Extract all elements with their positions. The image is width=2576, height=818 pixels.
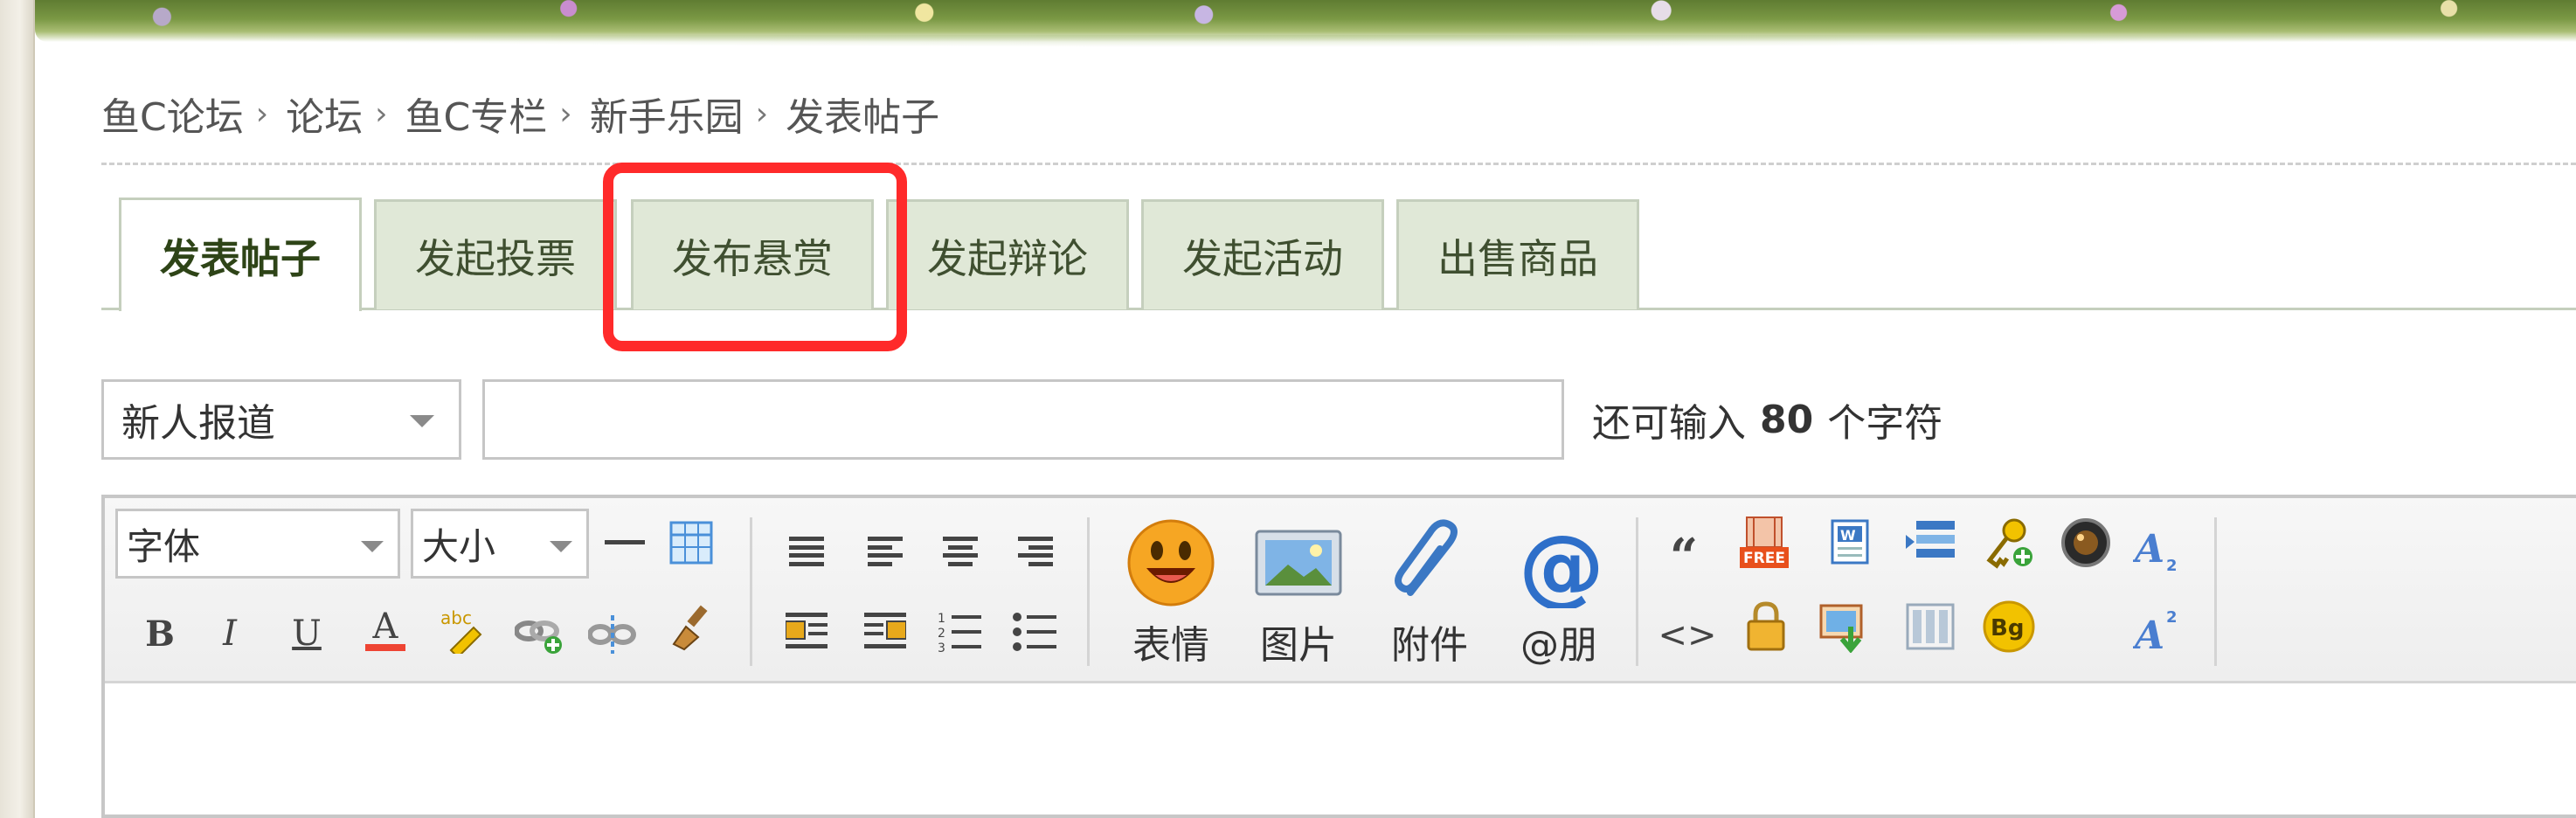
svg-text:2: 2 <box>938 627 945 641</box>
horizontal-rule-icon[interactable] <box>598 516 652 570</box>
post-editor: 字体 大小 B I U A abc 1 2 3 表情 图片 附件 @ @朋 “ … <box>101 495 2576 818</box>
highlight-annotation-box <box>603 163 907 351</box>
insert-image-label: 图片 <box>1260 623 1337 668</box>
emoticon-button[interactable]: 表情 <box>1118 517 1223 671</box>
chevron-down-icon <box>410 415 434 427</box>
toolbar-separator <box>2214 517 2217 666</box>
insert-image-button[interactable]: 图片 <box>1246 517 1351 671</box>
superscript-icon[interactable]: A2 <box>2132 603 2186 657</box>
align-left-icon[interactable] <box>858 524 912 579</box>
svg-text:A: A <box>2133 527 2164 572</box>
breadcrumb-separator: › <box>559 95 572 132</box>
breadcrumb-separator: › <box>255 95 269 132</box>
char-count-number: 80 <box>1760 397 1814 442</box>
font-size-select[interactable]: 大小 <box>411 509 589 579</box>
ordered-list-icon[interactable]: 123 <box>933 605 987 659</box>
attachment-label: 附件 <box>1391 623 1468 668</box>
clear-format-brush-icon[interactable] <box>664 600 718 654</box>
subject-input[interactable] <box>482 379 1564 460</box>
page-left-border <box>0 0 35 818</box>
thread-type-select[interactable]: 新人报道 <box>101 379 461 460</box>
header-banner <box>35 0 2576 47</box>
chevron-down-icon <box>550 541 572 552</box>
bold-button[interactable]: B <box>133 607 187 661</box>
breadcrumb-column[interactable]: 鱼C专栏 <box>405 86 548 142</box>
underline-button[interactable]: U <box>280 607 334 661</box>
toolbar-separator <box>1087 517 1090 666</box>
post-content-editor[interactable] <box>105 683 2576 815</box>
breadcrumb-forum[interactable]: 论坛 <box>286 86 363 142</box>
tab-new-debate[interactable]: 发起辩论 <box>886 199 1129 309</box>
smiley-face-icon <box>1127 519 1215 607</box>
svg-text:1: 1 <box>938 612 945 626</box>
font-family-value: 字体 <box>127 524 201 568</box>
free-badge-text: FREE <box>1743 550 1785 567</box>
mention-friend-button[interactable]: @ @朋 <box>1506 517 1611 671</box>
float-left-icon[interactable] <box>779 605 834 659</box>
quote-button[interactable]: “ <box>1657 528 1711 586</box>
password-key-icon[interactable] <box>1982 516 2036 570</box>
char-count: 还可输入 80 个字符 <box>1592 392 1942 447</box>
svg-text:abc: abc <box>440 607 472 628</box>
code-button[interactable]: <> <box>1658 608 1716 662</box>
breadcrumb-newbie-park[interactable]: 新手乐园 <box>590 86 744 142</box>
tab-new-post[interactable]: 发表帖子 <box>119 198 362 311</box>
breadcrumb-current: 发表帖子 <box>786 95 940 140</box>
char-count-prefix: 还可输入 <box>1592 401 1746 446</box>
tab-new-activity[interactable]: 发起活动 <box>1141 199 1384 309</box>
breadcrumb-separator: › <box>375 95 388 132</box>
picture-icon <box>1255 530 1342 596</box>
svg-text:@: @ <box>1519 517 1604 608</box>
media-record-icon[interactable] <box>2059 516 2113 570</box>
emoticon-label: 表情 <box>1132 623 1209 668</box>
paperclip-icon <box>1395 519 1458 596</box>
svg-text:3: 3 <box>938 641 945 654</box>
mention-friend-label: @朋 <box>1520 623 1597 668</box>
tab-new-poll[interactable]: 发起投票 <box>374 199 617 309</box>
svg-text:W: W <box>1840 527 1856 544</box>
at-sign-icon: @ <box>1519 517 1604 608</box>
font-color-swatch <box>365 644 405 651</box>
table-icon[interactable] <box>664 516 718 570</box>
breadcrumb: 鱼C论坛 › 论坛 › 鱼C专栏 › 新手乐园 › 发表帖子 <box>101 86 939 142</box>
highlight-marker-icon[interactable]: abc <box>435 603 489 657</box>
font-color-button[interactable]: A <box>358 603 412 657</box>
column-layout-icon[interactable] <box>1903 600 1957 654</box>
page-break-icon[interactable] <box>1903 516 1957 570</box>
breadcrumb-divider <box>101 163 2576 165</box>
free-content-icon[interactable]: FREE <box>1737 516 1791 570</box>
italic-button[interactable]: I <box>203 607 257 661</box>
attachment-button[interactable]: 附件 <box>1377 517 1482 671</box>
unordered-list-icon[interactable] <box>1008 605 1063 659</box>
hide-content-lock-icon[interactable] <box>1739 600 1793 654</box>
breadcrumb-separator: › <box>755 95 769 132</box>
toolbar-separator <box>1636 517 1638 666</box>
font-color-letter: A <box>372 607 398 647</box>
background-color-icon[interactable]: Bg <box>1982 600 2036 654</box>
chevron-down-icon <box>361 541 384 552</box>
align-right-icon[interactable] <box>1008 524 1063 579</box>
thread-type-value: 新人报道 <box>121 401 275 446</box>
insert-media-icon[interactable] <box>1819 600 1873 654</box>
paste-from-word-icon[interactable]: W <box>1823 516 1877 570</box>
unlink-icon[interactable] <box>585 607 640 661</box>
align-justify-icon[interactable] <box>779 524 834 579</box>
toolbar-separator <box>750 517 752 666</box>
font-size-value: 大小 <box>422 524 496 568</box>
insert-link-icon[interactable] <box>512 607 566 661</box>
svg-text:A: A <box>2133 614 2164 655</box>
tab-sell-goods[interactable]: 出售商品 <box>1396 199 1639 309</box>
char-count-suffix: 个字符 <box>1827 401 1943 446</box>
font-family-select[interactable]: 字体 <box>115 509 400 579</box>
subscript-icon[interactable]: A2 <box>2132 523 2186 577</box>
svg-text:2: 2 <box>2166 608 2178 627</box>
svg-text:2: 2 <box>2166 557 2178 574</box>
breadcrumb-forum-home[interactable]: 鱼C论坛 <box>101 86 244 142</box>
editor-toolbar: 字体 大小 B I U A abc 1 2 3 表情 图片 附件 @ @朋 “ … <box>105 498 2576 683</box>
bg-badge-text: Bg <box>1991 615 2024 641</box>
align-center-icon[interactable] <box>933 524 987 579</box>
float-right-icon[interactable] <box>858 605 912 659</box>
